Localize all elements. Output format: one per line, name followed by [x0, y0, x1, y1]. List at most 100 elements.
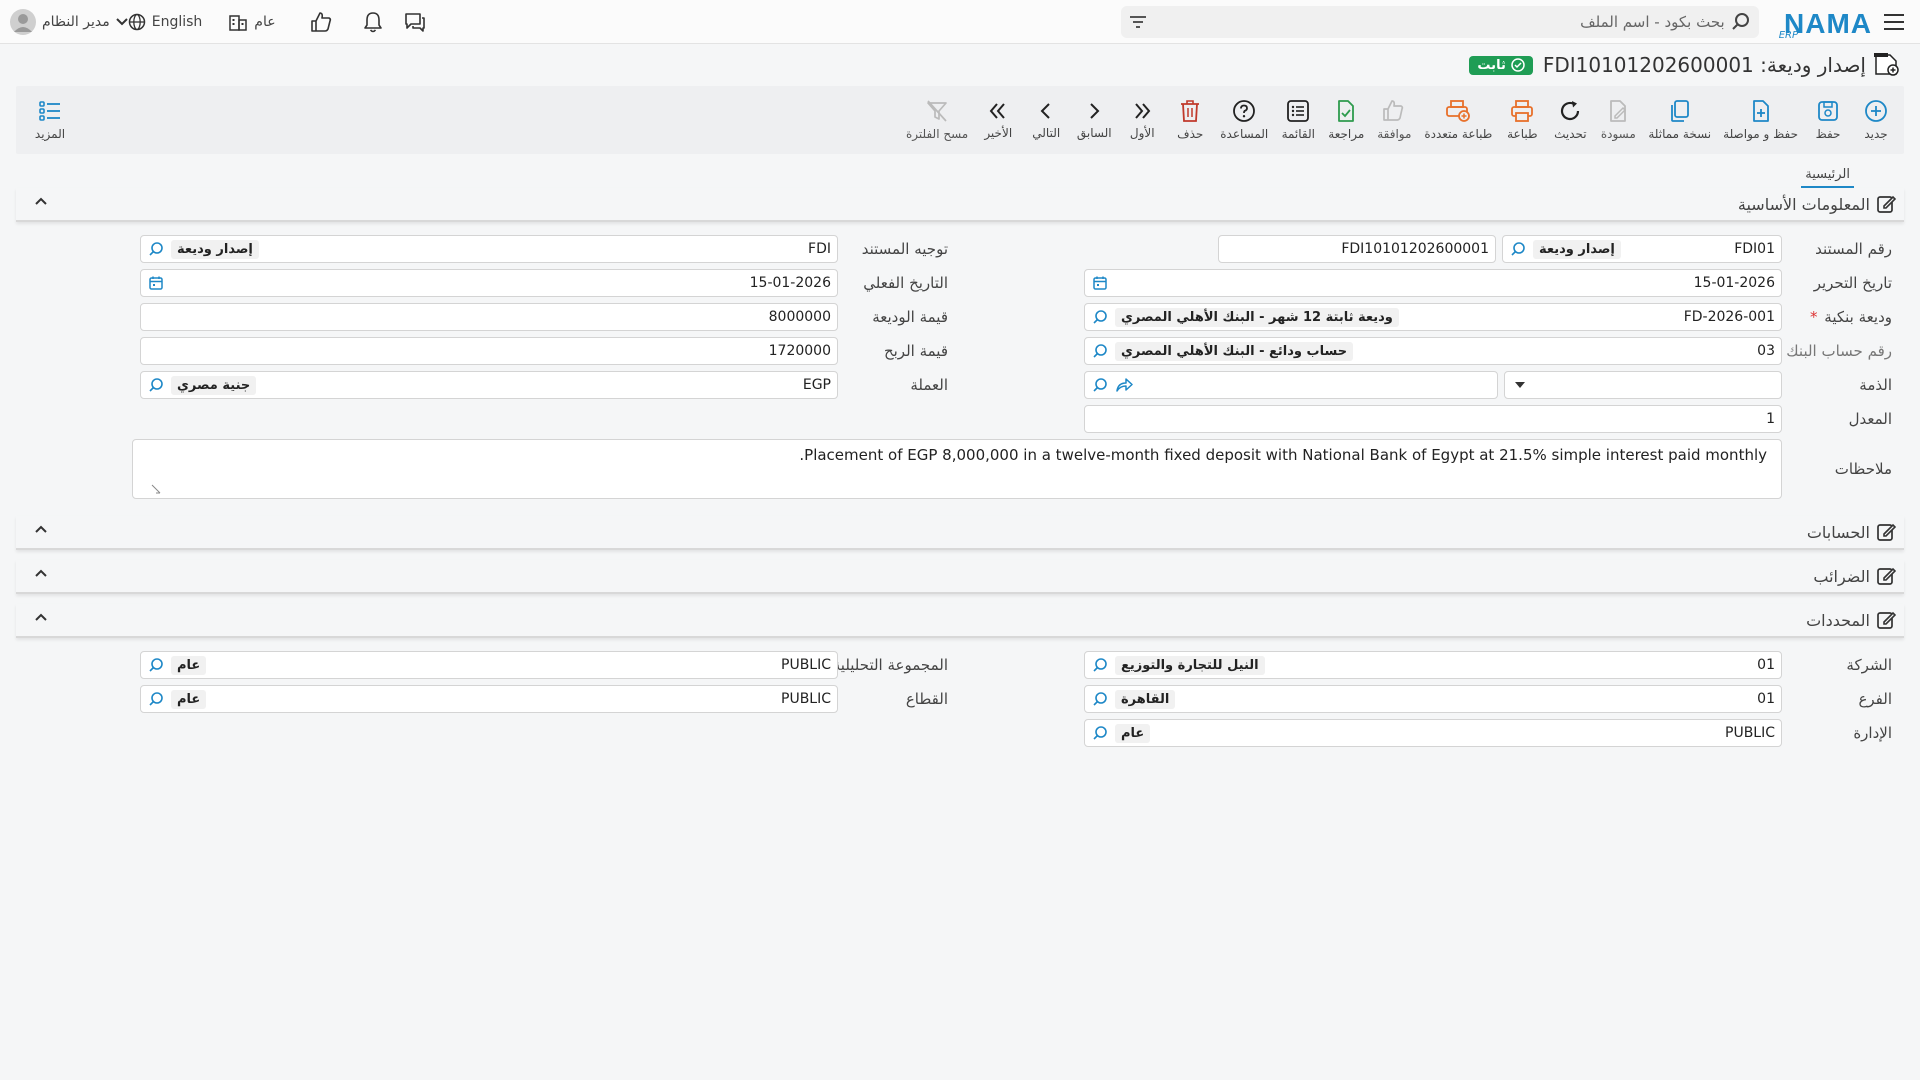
- department-field[interactable]: PUBLIC عام: [1084, 719, 1782, 747]
- bank-deposit-field[interactable]: FD-2026-001 وديعة ثابتة 12 شهر - البنك ا…: [1084, 303, 1782, 331]
- approve-label: موافقة: [1377, 127, 1412, 141]
- plus-circle-icon: [1864, 99, 1888, 123]
- lookup-search-icon[interactable]: [147, 376, 165, 394]
- delete-button[interactable]: حذف: [1166, 88, 1214, 152]
- next-button[interactable]: التالي: [1022, 88, 1070, 152]
- currency-field[interactable]: EGP جنية مصري: [140, 371, 838, 399]
- next-label: التالي: [1032, 126, 1061, 140]
- draft-label: مسودة: [1600, 127, 1636, 141]
- search-input[interactable]: [1146, 7, 1731, 36]
- menu-icon[interactable]: [1880, 7, 1910, 37]
- lookup-search-icon[interactable]: [1091, 690, 1109, 708]
- form-row: الشركة 01 النيل للتجارة والتوزيع المجموع…: [16, 648, 1904, 682]
- liability-field[interactable]: [1084, 371, 1498, 399]
- bank-deposit-desc: وديعة ثابتة 12 شهر - البنك الأهلي المصري: [1115, 307, 1399, 327]
- lookup-search-icon[interactable]: [1091, 308, 1109, 326]
- refresh-label: تحديث: [1554, 127, 1587, 141]
- multi-print-button[interactable]: طباعة متعددة: [1418, 88, 1498, 152]
- like-icon[interactable]: [300, 6, 342, 38]
- lookup-search-icon[interactable]: [1091, 656, 1109, 674]
- profit-value-field[interactable]: 1720000: [140, 337, 838, 365]
- bell-icon[interactable]: [352, 6, 394, 38]
- tab-main[interactable]: الرئيسية: [1801, 161, 1854, 188]
- first-button[interactable]: الأول: [1118, 88, 1166, 152]
- liability-type-select[interactable]: [1504, 371, 1782, 399]
- edit-icon: [1876, 522, 1896, 542]
- chevrons-left-icon: [987, 100, 1009, 122]
- section-basic-info[interactable]: المعلومات الأساسية: [16, 188, 1904, 222]
- lookup-search-icon[interactable]: [1091, 724, 1109, 742]
- logo[interactable]: NAMA ERP: [1778, 5, 1872, 41]
- share-arrow-icon[interactable]: [1115, 376, 1133, 394]
- actual-date-field[interactable]: 15-01-2026: [140, 269, 838, 297]
- save-button[interactable]: حفظ: [1804, 88, 1852, 152]
- section-dimensions[interactable]: المحددات: [16, 604, 1904, 638]
- printer-icon: [1510, 99, 1534, 123]
- search-icon[interactable]: [1731, 12, 1751, 32]
- user-name: مدير النظام: [42, 14, 110, 30]
- form-col: رقم حساب البنك 03 حساب ودائع - البنك الأ…: [960, 337, 1904, 365]
- logo-sub: ERP: [1778, 29, 1798, 41]
- calendar-icon[interactable]: [1091, 274, 1109, 292]
- notes-textarea[interactable]: Placement of EGP 8,000,000 in a twelve-m…: [132, 439, 1782, 499]
- save-continue-button[interactable]: حفظ و مواصلة: [1717, 88, 1804, 152]
- language-switch[interactable]: English: [128, 13, 202, 31]
- company-field[interactable]: 01 النيل للتجارة والتوزيع: [1084, 651, 1782, 679]
- lookup-search-icon[interactable]: [147, 690, 165, 708]
- analytic-group-field[interactable]: PUBLIC عام: [140, 651, 838, 679]
- calendar-icon[interactable]: [147, 274, 165, 292]
- lookup-search-icon[interactable]: [1091, 342, 1109, 360]
- review-button[interactable]: مراجعة: [1322, 88, 1370, 152]
- rate-label: المعدل: [1848, 410, 1892, 428]
- print-button[interactable]: طباعة: [1498, 88, 1546, 152]
- doc-direction-field[interactable]: FDI إصدار وديعة: [140, 235, 838, 263]
- clear-filter-button[interactable]: مسح الفلترة: [900, 88, 974, 152]
- trash-icon: [1179, 99, 1201, 123]
- chevron-up-icon[interactable]: [34, 568, 48, 578]
- doc-type-field[interactable]: FDI01 إصدار وديعة: [1502, 235, 1782, 263]
- resize-handle-icon[interactable]: [151, 484, 161, 494]
- thumbs-up-icon: [1382, 99, 1406, 123]
- lookup-search-icon[interactable]: [1091, 376, 1109, 394]
- lookup-search-icon[interactable]: [1509, 240, 1527, 258]
- form-col: المجموعة التحليلية PUBLIC عام: [16, 651, 960, 679]
- form-row: تاريخ التحرير 15-01-2026 التاريخ الفعلي …: [16, 266, 1904, 300]
- approve-button[interactable]: موافقة: [1370, 88, 1418, 152]
- chevron-up-icon[interactable]: [34, 612, 48, 622]
- form-row: المعدل 1: [16, 402, 1904, 436]
- chevron-left-icon: [1035, 100, 1057, 122]
- duplicate-button[interactable]: نسخة مماثلة: [1642, 88, 1717, 152]
- rate-value: 1: [1766, 411, 1775, 427]
- help-icon: [1232, 99, 1256, 123]
- refresh-button[interactable]: تحديث: [1546, 88, 1594, 152]
- chevron-up-icon[interactable]: [34, 196, 48, 206]
- branch-field[interactable]: 01 القاهرة: [1084, 685, 1782, 713]
- new-button[interactable]: جديد: [1852, 88, 1900, 152]
- draft-button[interactable]: مسودة: [1594, 88, 1642, 152]
- copy-icon: [1668, 99, 1692, 123]
- lookup-search-icon[interactable]: [147, 656, 165, 674]
- chevron-up-icon[interactable]: [34, 524, 48, 534]
- deposit-value-field[interactable]: 8000000: [140, 303, 838, 331]
- profit-value-value: 1720000: [768, 343, 831, 359]
- prev-button[interactable]: السابق: [1070, 88, 1118, 152]
- rate-field[interactable]: 1: [1084, 405, 1782, 433]
- edit-date-field[interactable]: 15-01-2026: [1084, 269, 1782, 297]
- section-taxes[interactable]: الضرائب: [16, 560, 1904, 594]
- doc-number-field[interactable]: FDI10101202600001: [1218, 235, 1496, 263]
- help-button[interactable]: المساعدة: [1214, 88, 1274, 152]
- last-button[interactable]: الأخير: [974, 88, 1022, 152]
- list-button[interactable]: القائمة: [1274, 88, 1322, 152]
- lookup-search-icon[interactable]: [147, 240, 165, 258]
- bank-account-field[interactable]: 03 حساب ودائع - البنك الأهلي المصري: [1084, 337, 1782, 365]
- more-button[interactable]: المزيد: [26, 88, 74, 152]
- scope-label: عام: [254, 14, 276, 30]
- user-menu[interactable]: مدير النظام: [10, 9, 128, 35]
- sector-field[interactable]: PUBLIC عام: [140, 685, 838, 713]
- chat-icon[interactable]: [394, 6, 436, 38]
- scope-switch[interactable]: عام: [228, 13, 276, 31]
- global-search: [1120, 5, 1759, 38]
- section-accounts[interactable]: الحسابات: [16, 516, 1904, 550]
- filter-icon[interactable]: [1129, 14, 1147, 30]
